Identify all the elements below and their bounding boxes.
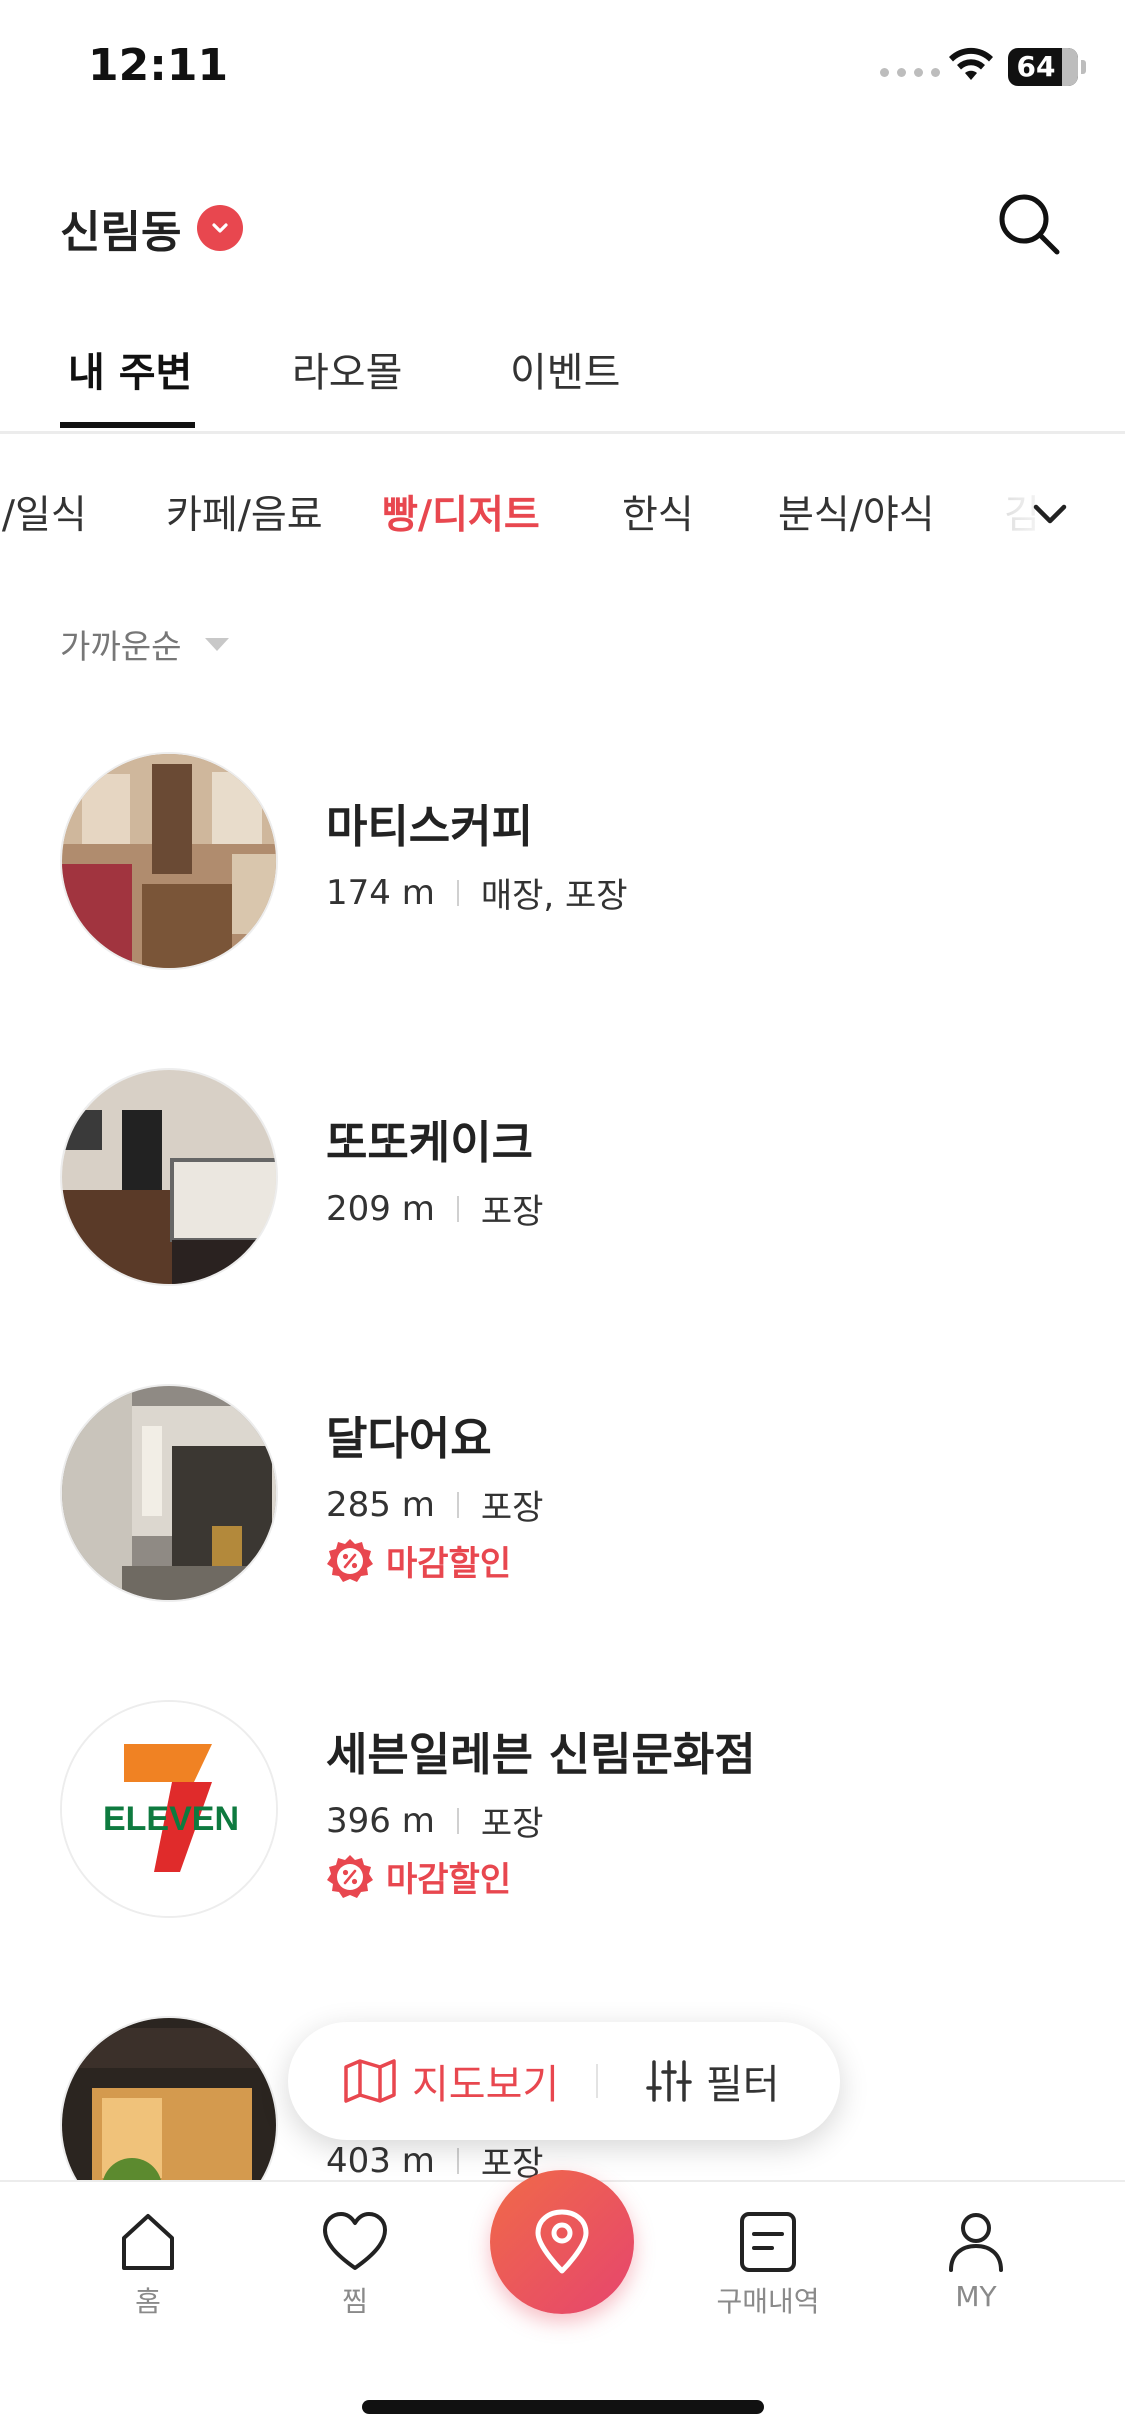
meta-divider	[456, 2147, 459, 2174]
nav-my[interactable]: MY	[896, 2210, 1056, 2313]
seven-eleven-logo-text: ELEVEN	[103, 1800, 239, 1838]
meta-divider	[456, 1195, 459, 1222]
tab-nearby[interactable]: 내 주변	[68, 340, 192, 398]
store-name: 마티스커피	[326, 800, 534, 853]
store-meta: 396 m 포장	[326, 1796, 543, 1845]
nav-orders[interactable]: 구매내역	[688, 2210, 848, 2320]
chevron-down-icon	[197, 205, 244, 251]
discount-label: 마감할인	[386, 1860, 512, 1900]
store-service: 포장	[480, 1804, 544, 1844]
percent-badge-icon	[327, 1854, 373, 1898]
caret-down-icon	[205, 637, 230, 651]
chevron-down-icon[interactable]	[1030, 494, 1070, 534]
nav-my-label: MY	[955, 2280, 997, 2313]
store-meta: 209 m 포장	[326, 1184, 543, 1233]
category-bar: 피/일식 카페/음료 빵/디저트 한식 분식/야식 김	[0, 478, 1125, 548]
store-distance: 403 m	[326, 2140, 435, 2181]
map-icon	[344, 2059, 396, 2103]
store-distance: 396 m	[326, 1800, 435, 1841]
floating-action-pill: 지도보기 필터	[288, 2022, 840, 2140]
store-image	[60, 1384, 278, 1602]
store-distance: 209 m	[326, 1188, 435, 1229]
store-image: ELEVEN	[60, 1700, 278, 1918]
location-name: 신림동	[60, 207, 182, 258]
tab-raomall[interactable]: 라오몰	[292, 340, 402, 398]
meta-divider	[456, 879, 459, 906]
percent-badge-icon	[327, 1538, 373, 1582]
signal-icon	[880, 68, 940, 77]
nav-location-button[interactable]	[490, 2170, 634, 2314]
store-item[interactable]: 또또케이크 209 m 포장	[0, 1068, 1125, 1308]
sort-label: 가까운순	[60, 627, 182, 666]
store-image	[60, 752, 278, 970]
filter-icon	[646, 2060, 692, 2102]
tab-active-indicator	[60, 422, 195, 428]
store-item[interactable]: ELEVEN 세븐일레븐 신림문화점 396 m 포장 마감할인	[0, 1700, 1125, 1940]
location-pin-icon	[535, 2209, 589, 2274]
store-service: 포장	[480, 1192, 544, 1232]
map-view-label: 지도보기	[412, 2062, 560, 2108]
category-item[interactable]: 한식	[622, 484, 694, 540]
category-item[interactable]: 분식/야식	[778, 484, 935, 540]
pill-divider	[596, 2064, 598, 2098]
wifi-icon	[949, 47, 993, 80]
bottom-navigation: 홈 찜 구매내역 MY	[0, 2170, 1125, 2436]
nav-favorites[interactable]: 찜	[275, 2210, 435, 2320]
category-item-active[interactable]: 빵/디저트	[382, 484, 540, 540]
discount-badge: 마감할인	[326, 1852, 511, 1901]
sort-dropdown[interactable]: 가까운순	[60, 620, 230, 668]
map-view-button[interactable]: 지도보기	[342, 2022, 559, 2140]
search-icon[interactable]	[995, 190, 1063, 258]
store-meta: 403 m 포장	[326, 2136, 543, 2185]
heart-icon	[323, 2212, 387, 2270]
battery-level: 64	[1016, 50, 1056, 83]
nav-home[interactable]: 홈	[68, 2210, 228, 2320]
top-tabs: 내 주변 라오몰 이벤트	[0, 330, 1125, 434]
filter-button[interactable]: 필터	[646, 2022, 780, 2140]
store-distance: 174 m	[326, 872, 435, 913]
category-item[interactable]: 카페/음료	[166, 484, 323, 540]
store-item[interactable]: 마티스커피 174 m 매장, 포장	[0, 752, 1125, 992]
store-image	[60, 1068, 278, 1286]
nav-home-label: 홈	[135, 2285, 161, 2318]
store-service: 매장, 포장	[480, 876, 628, 916]
discount-badge: 마감할인	[326, 1536, 511, 1585]
tab-events[interactable]: 이벤트	[510, 340, 620, 398]
home-icon	[122, 2214, 174, 2270]
store-meta: 285 m 포장	[326, 1480, 543, 1529]
receipt-icon	[740, 2212, 796, 2272]
store-distance: 285 m	[326, 1484, 435, 1525]
status-time: 12:11	[88, 40, 229, 91]
nav-orders-label: 구매내역	[716, 2285, 820, 2318]
store-name: 달다어요	[326, 1412, 492, 1465]
status-bar: 12:11 64	[0, 0, 1125, 140]
discount-label: 마감할인	[386, 1544, 512, 1584]
location-selector[interactable]: 신림동	[60, 196, 244, 260]
nav-favorites-label: 찜	[342, 2285, 368, 2318]
store-service: 포장	[480, 1488, 544, 1528]
person-icon	[949, 2213, 1003, 2272]
battery-icon: 64	[1008, 48, 1086, 86]
meta-divider	[456, 1491, 459, 1518]
meta-divider	[456, 1807, 459, 1834]
home-indicator[interactable]	[362, 2400, 764, 2414]
store-name: 또또케이크	[326, 1116, 534, 1169]
store-item[interactable]: 달다어요 285 m 포장 마감할인	[0, 1384, 1125, 1624]
store-meta: 174 m 매장, 포장	[326, 868, 628, 917]
category-item[interactable]: 피/일식	[0, 484, 87, 540]
filter-label: 필터	[706, 2062, 780, 2108]
store-name: 세븐일레븐 신림문화점	[326, 1728, 756, 1781]
